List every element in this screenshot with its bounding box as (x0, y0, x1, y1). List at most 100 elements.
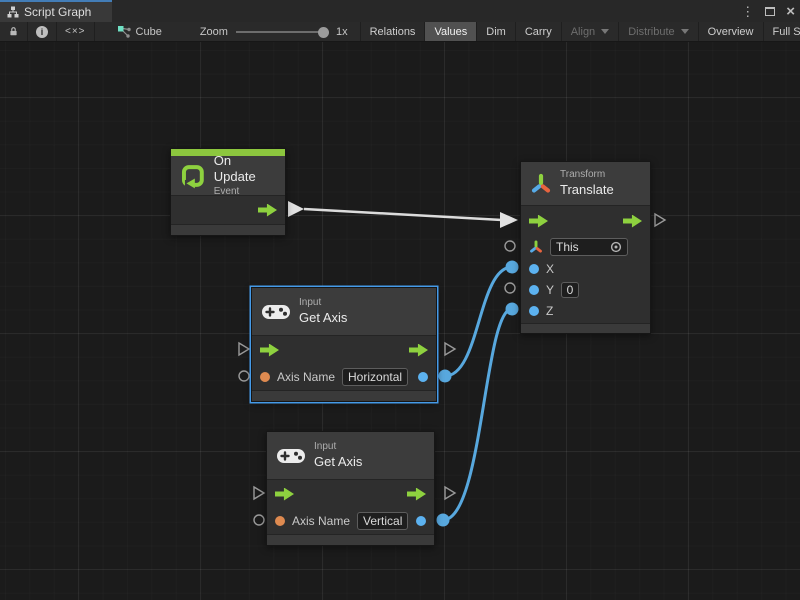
axis-name-row: Axis Name Horizontal (252, 364, 436, 390)
inspect-button[interactable]: i (28, 22, 57, 41)
wire-flow-onupdate-to-translate[interactable] (288, 201, 518, 228)
node-footer (267, 534, 434, 545)
values-label: Values (434, 26, 467, 38)
node-header[interactable]: Input Get Axis (252, 288, 436, 336)
graph-target-label: Cube (136, 26, 162, 38)
value-output-port-icon[interactable] (416, 516, 426, 526)
zoom-slider-handle[interactable] (318, 27, 329, 38)
values-button[interactable]: Values (425, 22, 477, 41)
node-get-axis-horizontal[interactable]: Input Get Axis Axis Name Horizontal (251, 287, 437, 402)
align-button[interactable]: Align (562, 22, 619, 41)
flow-input-port-getaxis-h[interactable] (239, 343, 249, 355)
value-output-port-connected[interactable] (439, 370, 452, 383)
overview-button[interactable]: Overview (699, 22, 764, 41)
node-header[interactable]: On Update Event (171, 156, 285, 196)
flow-port-row (521, 206, 650, 236)
port-label-x: X (546, 262, 554, 276)
node-translate[interactable]: Transform Translate This (520, 161, 651, 334)
close-icon[interactable]: × (786, 4, 795, 19)
lock-icon (8, 25, 19, 38)
port-label-y: Y (546, 283, 554, 297)
node-title: Get Axis (314, 454, 362, 470)
z-port-row: Z (521, 300, 650, 321)
carry-button[interactable]: Carry (516, 22, 562, 41)
graph-hierarchy-icon (7, 6, 19, 18)
info-icon: i (36, 26, 48, 38)
this-object-field[interactable]: This (550, 238, 628, 256)
x-port-row: X (521, 258, 650, 279)
y-value-field[interactable]: 0 (561, 282, 579, 298)
relations-button[interactable]: Relations (361, 22, 426, 41)
node-subtitle: Event (214, 186, 276, 199)
value-port-x-icon[interactable] (529, 264, 539, 274)
node-kicker: Transform (560, 169, 614, 182)
flow-input-arrow-icon[interactable] (529, 215, 548, 228)
graph-canvas[interactable]: On Update Event Transform Translate (0, 42, 800, 600)
node-footer (521, 323, 650, 333)
flow-output-port-connected[interactable] (288, 201, 304, 217)
flow-output-arrow-icon[interactable] (409, 344, 428, 357)
value-output-port-icon[interactable] (418, 372, 428, 382)
node-get-axis-vertical[interactable]: Input Get Axis Axis Name Vertical (266, 431, 435, 546)
node-header[interactable]: Input Get Axis (267, 432, 434, 480)
object-picker-icon[interactable] (610, 241, 622, 253)
flow-input-arrow-icon[interactable] (275, 488, 294, 501)
axis-name-field[interactable]: Vertical (357, 512, 408, 530)
chevron-down-icon (601, 29, 609, 34)
window-menu-icon[interactable]: ⋮ (741, 5, 754, 18)
wire-arrowhead (500, 212, 518, 228)
tab-script-graph[interactable]: Script Graph (0, 0, 112, 22)
edit-source-button[interactable]: <×> (57, 22, 95, 41)
node-title: Get Axis (299, 310, 347, 326)
string-port-icon[interactable] (260, 372, 270, 382)
flow-input-arrow-icon[interactable] (260, 344, 279, 357)
axis-name-field[interactable]: Horizontal (342, 368, 408, 386)
value-input-port-axisname-h[interactable] (239, 371, 249, 381)
lock-button[interactable] (0, 22, 28, 41)
zoom-value: 1x (336, 26, 348, 38)
value-output-port-connected[interactable] (437, 514, 450, 527)
flow-output-arrow-icon[interactable] (258, 204, 277, 217)
port-label-z: Z (546, 304, 553, 318)
value-input-port-connected[interactable] (506, 303, 519, 316)
value-port-y-icon[interactable] (529, 285, 539, 295)
flow-output-arrow-icon[interactable] (623, 215, 642, 228)
fullscreen-label: Full Screen (773, 26, 800, 38)
flow-output-port-getaxis-h[interactable] (445, 343, 455, 355)
flow-input-port-getaxis-v[interactable] (254, 487, 264, 499)
window-controls: ⋮ × (741, 0, 795, 22)
zoom-slider[interactable] (236, 26, 328, 38)
distribute-button[interactable]: Distribute (619, 22, 698, 41)
carry-label: Carry (525, 26, 552, 38)
gamepad-icon (276, 447, 306, 465)
flow-output-port-getaxis-v[interactable] (445, 487, 455, 499)
node-on-update[interactable]: On Update Event (170, 148, 286, 236)
node-footer (252, 390, 436, 401)
flow-port-row (252, 336, 436, 364)
maximize-icon[interactable] (765, 7, 775, 16)
value-input-port-connected[interactable] (506, 261, 519, 274)
graph-reference-breadcrumb[interactable]: Cube (95, 22, 172, 41)
value-port-z-icon[interactable] (529, 306, 539, 316)
transform-icon (530, 173, 552, 195)
flow-output-port-translate[interactable] (655, 214, 665, 226)
port-row (171, 196, 285, 224)
flow-output-arrow-icon[interactable] (407, 488, 426, 501)
node-header[interactable]: Transform Translate (521, 162, 650, 206)
node-title: On Update (214, 153, 276, 186)
value-input-port-axisname-v[interactable] (254, 515, 264, 525)
flow-port-row (267, 480, 434, 508)
value-input-port-y[interactable] (505, 283, 515, 293)
distribute-label: Distribute (628, 26, 674, 38)
align-label: Align (571, 26, 595, 38)
value-input-port-this[interactable] (505, 241, 515, 251)
dim-button[interactable]: Dim (477, 22, 516, 41)
string-port-icon[interactable] (275, 516, 285, 526)
this-field-value: This (556, 240, 579, 254)
wire-value-horizontal-to-x[interactable] (439, 261, 519, 383)
code-icon: <×> (65, 26, 86, 37)
relations-label: Relations (370, 26, 416, 38)
fullscreen-button[interactable]: Full Screen (764, 22, 800, 41)
chevron-down-icon (681, 29, 689, 34)
dim-label: Dim (486, 26, 506, 38)
